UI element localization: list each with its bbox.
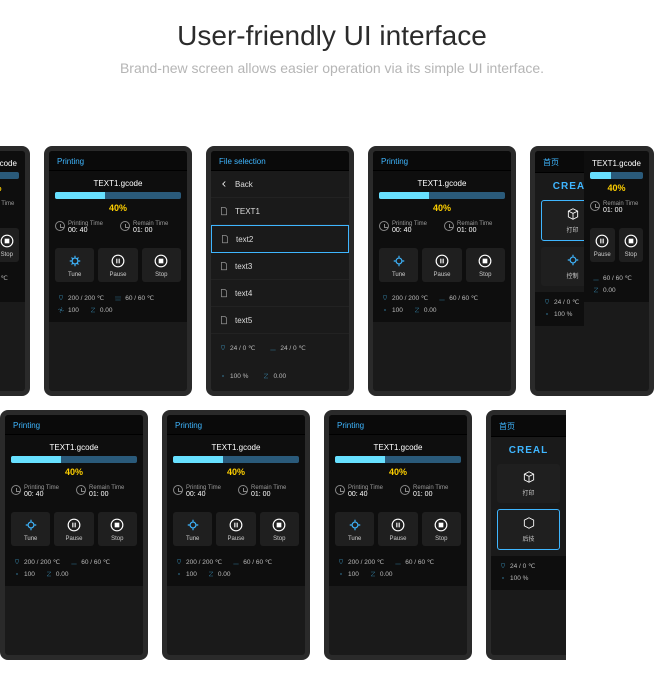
stop-button[interactable]: Stop [422, 512, 461, 546]
wrench-gear-icon [566, 253, 580, 269]
screen-title: Printing [49, 151, 187, 171]
stop-icon [154, 254, 168, 270]
file-row[interactable]: text3 [211, 253, 349, 280]
back-label: Back [235, 180, 253, 189]
pause-icon [229, 518, 243, 534]
stop-icon [272, 518, 286, 534]
filename: TEXT1.gcode [0, 159, 19, 168]
clock-icon [444, 221, 454, 231]
file-row[interactable]: text4 [211, 280, 349, 307]
clock-icon [379, 221, 389, 231]
progress-bar [0, 172, 19, 179]
clock-icon [590, 201, 600, 211]
stop-icon [0, 234, 14, 250]
wrench-gear-icon [186, 518, 200, 534]
file-row[interactable]: TEXT1 [211, 198, 349, 225]
file-row[interactable]: text2 [211, 225, 349, 253]
screen-printing-partial-left: TEXT1.gcode 40% Remain Time01: 00 Pause … [0, 146, 30, 396]
screen-printing-1: Printing TEXT1.gcode 40% Printing Time00… [44, 146, 192, 396]
pause-button[interactable]: Pause [378, 512, 417, 546]
progress-pct: 40% [0, 183, 19, 193]
filename: TEXT1.gcode [55, 179, 181, 188]
wrench-gear-icon [392, 254, 406, 270]
stat-bed: 60 / 60 ℃ [0, 274, 8, 282]
clock-icon [238, 485, 248, 495]
screen-printing-partial-left-2: TEXT1.gcode 40% Remain Time01: 00 Pause … [584, 146, 654, 396]
screen-title: Printing [373, 151, 511, 171]
clock-icon [11, 485, 21, 495]
clock-icon [173, 485, 183, 495]
stat-nozzle: 200 / 200 ℃ [57, 294, 104, 302]
pause-button[interactable]: Pause [98, 248, 137, 282]
pause-button[interactable]: Pause [216, 512, 255, 546]
pause-button[interactable]: Pause [590, 228, 615, 262]
stop-button[interactable]: Stop [142, 248, 181, 282]
clock-icon [120, 221, 130, 231]
page-title: User-friendly UI interface [10, 20, 654, 52]
stat-z: 0.00 [262, 372, 286, 380]
home-print-button[interactable]: 打印 [497, 464, 560, 503]
stat-fan: 100 [57, 306, 79, 314]
page-header: User-friendly UI interface Brand-new scr… [0, 0, 664, 86]
pause-icon [435, 254, 449, 270]
tune-button[interactable]: Tune [173, 512, 212, 546]
stat-bed: 24 / 0 ℃ [269, 344, 305, 352]
screen-printing-2: Printing TEXT1.gcode 40% Printing Time00… [368, 146, 516, 396]
clock-icon [76, 485, 86, 495]
stop-icon [110, 518, 124, 534]
tune-button[interactable]: Tune [55, 248, 94, 282]
stat-fan: 100 % [219, 372, 248, 380]
screens-grid: TEXT1.gcode 40% Remain Time01: 00 Pause … [0, 86, 664, 690]
home-control-button[interactable]: 后技 [497, 509, 560, 550]
file-row-back[interactable]: Back [211, 171, 349, 198]
screen-printing-5: Printing TEXT1.gcode 40% Printing Time00… [324, 410, 472, 660]
pause-icon [391, 518, 405, 534]
pause-icon [595, 234, 609, 250]
progress-bar [55, 192, 181, 199]
stop-button[interactable]: Stop [619, 228, 644, 262]
wrench-gear-icon [24, 518, 38, 534]
tune-button[interactable]: Tune [335, 512, 374, 546]
screen-home-partial-right-2: 首页 CREAL 打印 后技 24 / 0 ℃ 100 % [486, 410, 566, 660]
screen-title: File selection [211, 151, 349, 171]
box-icon [522, 470, 536, 486]
screen-printing-3: Printing TEXT1.gcode 40% Printing Time00… [0, 410, 148, 660]
wrench-gear-icon [348, 518, 362, 534]
stop-icon [624, 234, 638, 250]
wrench-gear-icon [68, 254, 82, 270]
stop-icon [478, 254, 492, 270]
stat-z: 0.00 [89, 306, 113, 314]
stop-button[interactable]: Stop [466, 248, 505, 282]
clock-icon [335, 485, 345, 495]
stop-button[interactable]: Stop [0, 228, 19, 262]
box-icon [566, 207, 580, 223]
progress-pct: 40% [55, 203, 181, 213]
stat-nozzle: 24 / 0 ℃ [219, 344, 255, 352]
printing-time-value: 00: 40 [68, 227, 103, 234]
clock-icon [400, 485, 410, 495]
stop-button[interactable]: Stop [98, 512, 137, 546]
tune-button[interactable]: Tune [379, 248, 418, 282]
stop-icon [434, 518, 448, 534]
stop-button[interactable]: Stop [260, 512, 299, 546]
pause-icon [111, 254, 125, 270]
tune-button[interactable]: Tune [11, 512, 50, 546]
screen-file-select: File selection Back TEXT1 text2 text3 te… [206, 146, 354, 396]
pause-button[interactable]: Pause [422, 248, 461, 282]
pause-icon [67, 518, 81, 534]
screen-printing-4: Printing TEXT1.gcode 40% Printing Time00… [162, 410, 310, 660]
file-row[interactable]: text5 [211, 307, 349, 334]
clock-icon [55, 221, 65, 231]
remain-time-value: 01: 00 [133, 227, 168, 234]
pause-button[interactable]: Pause [54, 512, 93, 546]
box-icon [522, 516, 536, 532]
stat-bed: 60 / 60 ℃ [114, 294, 154, 302]
page-subtitle: Brand-new screen allows easier operation… [10, 60, 654, 76]
